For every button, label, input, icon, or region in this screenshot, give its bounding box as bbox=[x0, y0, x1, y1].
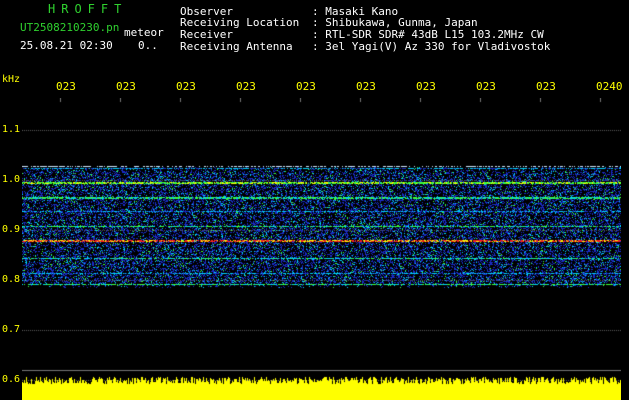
spectrogram-plot bbox=[22, 98, 621, 400]
time-tick: 023 bbox=[116, 80, 136, 93]
freq-tick: 1.0 bbox=[2, 174, 21, 185]
mode-label: meteor bbox=[124, 26, 164, 39]
freq-tick: 0.7 bbox=[2, 324, 21, 335]
antenna-value: : 3el Yagi(V) Az 330 for Vladivostok bbox=[312, 40, 551, 53]
datetime-label: 25.08.21 02:30 bbox=[20, 39, 113, 52]
time-tick: 023 bbox=[416, 80, 436, 93]
antenna-key: Receiving Antenna bbox=[180, 40, 293, 53]
freq-tick: 0.8 bbox=[2, 274, 21, 285]
app-brand: HROFFT bbox=[48, 2, 128, 16]
time-tick: 023 bbox=[476, 80, 496, 93]
freq-tick: 1.1 bbox=[2, 124, 21, 135]
time-tick: 0240 bbox=[596, 80, 623, 93]
time-tick: 023 bbox=[536, 80, 556, 93]
filename-label: UT2508210230.pn bbox=[20, 21, 120, 34]
time-tick: 023 bbox=[356, 80, 376, 93]
freq-tick: 0.9 bbox=[2, 224, 21, 235]
time-tick: 023 bbox=[236, 80, 256, 93]
time-tick: 023 bbox=[56, 80, 76, 93]
axis-unit-label: kHz bbox=[2, 74, 21, 85]
counter-label: 0.. bbox=[138, 39, 158, 52]
time-tick: 023 bbox=[296, 80, 316, 93]
freq-tick: 0.6 bbox=[2, 374, 21, 385]
time-tick: 023 bbox=[176, 80, 196, 93]
